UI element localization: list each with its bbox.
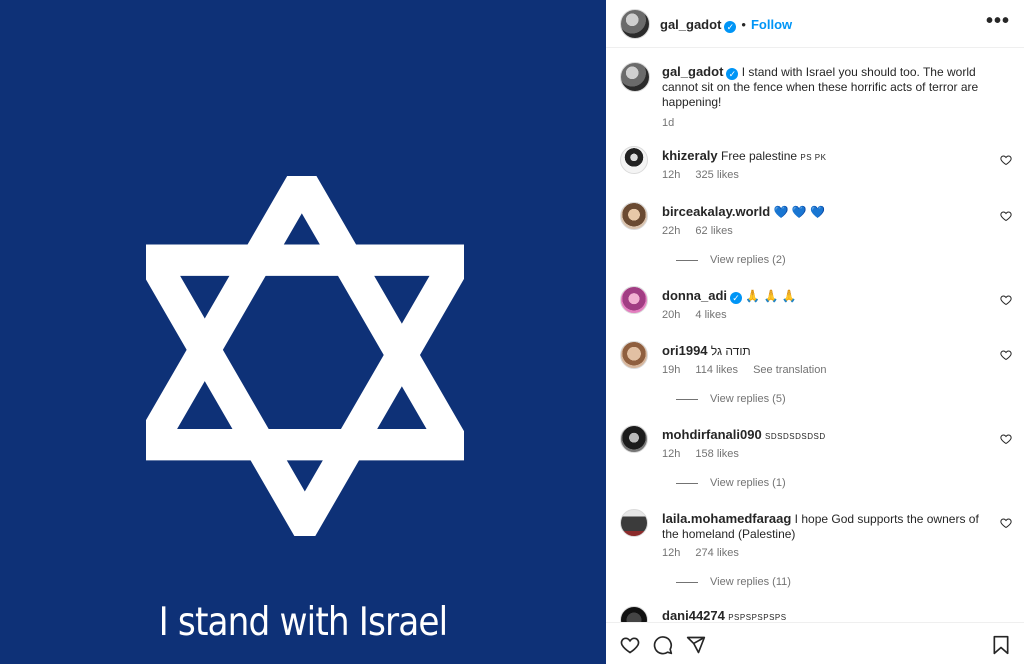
comment-time: 12h (662, 169, 681, 181)
comment-time: 12h (662, 448, 681, 460)
comment-meta: 22h 62 likes (662, 225, 745, 237)
replies-line (676, 398, 698, 400)
image-caption: I stand with Israel (158, 600, 449, 645)
replies-line (676, 482, 698, 484)
comment-username[interactable]: mohdirfanali090 (662, 427, 762, 442)
view-replies-button[interactable]: View replies (11) (676, 576, 791, 588)
comment-meta: 12h 274 likes (662, 547, 751, 559)
follow-button[interactable]: Follow (751, 17, 792, 32)
comment-time: 12h (662, 547, 681, 559)
heart-icon[interactable] (1000, 433, 1012, 445)
avatar[interactable] (620, 62, 650, 92)
comment-time: 19h (662, 364, 681, 376)
verified-badge-icon: ✓ (726, 68, 739, 80)
comment-time: 20h (662, 309, 681, 321)
see-translation-button[interactable]: See translation (753, 364, 826, 376)
comment-username[interactable]: birceakalay.world (662, 204, 770, 219)
comment-username[interactable]: ori1994 (662, 343, 708, 358)
caption-time: 1d (662, 117, 675, 129)
avatar[interactable] (620, 146, 648, 174)
share-icon[interactable] (686, 635, 706, 655)
verified-badge-icon: ✓ (730, 292, 743, 304)
heart-icon[interactable] (1000, 294, 1012, 306)
comment-likes[interactable]: 4 likes (695, 309, 726, 321)
comment-text: 🙏 🙏 🙏 (745, 289, 797, 303)
comment-text: 💙 💙 💙 (773, 205, 826, 219)
comment-likes[interactable]: 325 likes (695, 169, 738, 181)
comment-text: Free palestine (721, 149, 798, 163)
header-username[interactable]: gal_gadot (660, 17, 721, 32)
comment-extra: PSPSPSPSPS (728, 613, 787, 622)
avatar[interactable] (620, 425, 648, 453)
comment-likes[interactable]: 114 likes (695, 364, 738, 376)
avatar[interactable] (620, 202, 648, 230)
post-sidebar: gal_gadot ✓ • Follow ••• gal_gadot ✓ I stand… (606, 0, 1024, 664)
avatar[interactable] (620, 286, 648, 314)
verified-badge-icon: ✓ (724, 21, 737, 33)
comment-likes[interactable]: 274 likes (695, 547, 738, 559)
instagram-post-view: I stand with Israel gal_gadot ✓ • Follow ••… (0, 0, 1024, 664)
replies-line (676, 581, 698, 583)
comment-extra: PS PK (800, 153, 827, 162)
comment-text: תודה גל (710, 344, 751, 358)
heart-icon[interactable] (620, 635, 640, 655)
comment-extra: SDSDSDSDSD (765, 432, 826, 441)
comment-meta: 20h 4 likes (662, 309, 739, 321)
view-replies-button[interactable]: View replies (1) (676, 477, 786, 489)
heart-icon[interactable] (1000, 517, 1012, 529)
replies-line (676, 259, 698, 261)
avatar[interactable] (620, 341, 648, 369)
comment-icon[interactable] (653, 635, 673, 655)
heart-icon[interactable] (1000, 154, 1012, 166)
view-replies-button[interactable]: View replies (2) (676, 254, 786, 266)
comment-meta: 19h 114 likes See translation (662, 364, 838, 376)
star-of-david-image (146, 176, 464, 536)
heart-icon[interactable] (1000, 349, 1012, 361)
avatar[interactable] (620, 9, 650, 39)
comment-time: 22h (662, 225, 681, 237)
comment-username[interactable]: khizeraly (662, 148, 718, 163)
view-replies-button[interactable]: View replies (5) (676, 393, 786, 405)
avatar[interactable] (620, 509, 648, 537)
bookmark-icon[interactable] (992, 635, 1010, 655)
comment-username[interactable]: laila.mohamedfaraag (662, 511, 791, 526)
comment-username[interactable]: dani44274 (662, 608, 725, 623)
separator-dot: • (741, 17, 746, 32)
comment-meta: 12h 325 likes (662, 169, 751, 181)
heart-icon[interactable] (1000, 210, 1012, 222)
post-image[interactable]: I stand with Israel (0, 0, 606, 664)
comment-likes[interactable]: 158 likes (695, 448, 738, 460)
comment-meta: 12h 158 likes (662, 448, 751, 460)
post-header: gal_gadot ✓ • Follow ••• (606, 0, 1024, 48)
more-horizontal-icon[interactable]: ••• (986, 10, 1010, 33)
post-actions (606, 622, 1024, 664)
comment-likes[interactable]: 62 likes (695, 225, 732, 237)
comment-username[interactable]: donna_adi (662, 288, 727, 303)
caption-username[interactable]: gal_gadot (662, 64, 723, 79)
